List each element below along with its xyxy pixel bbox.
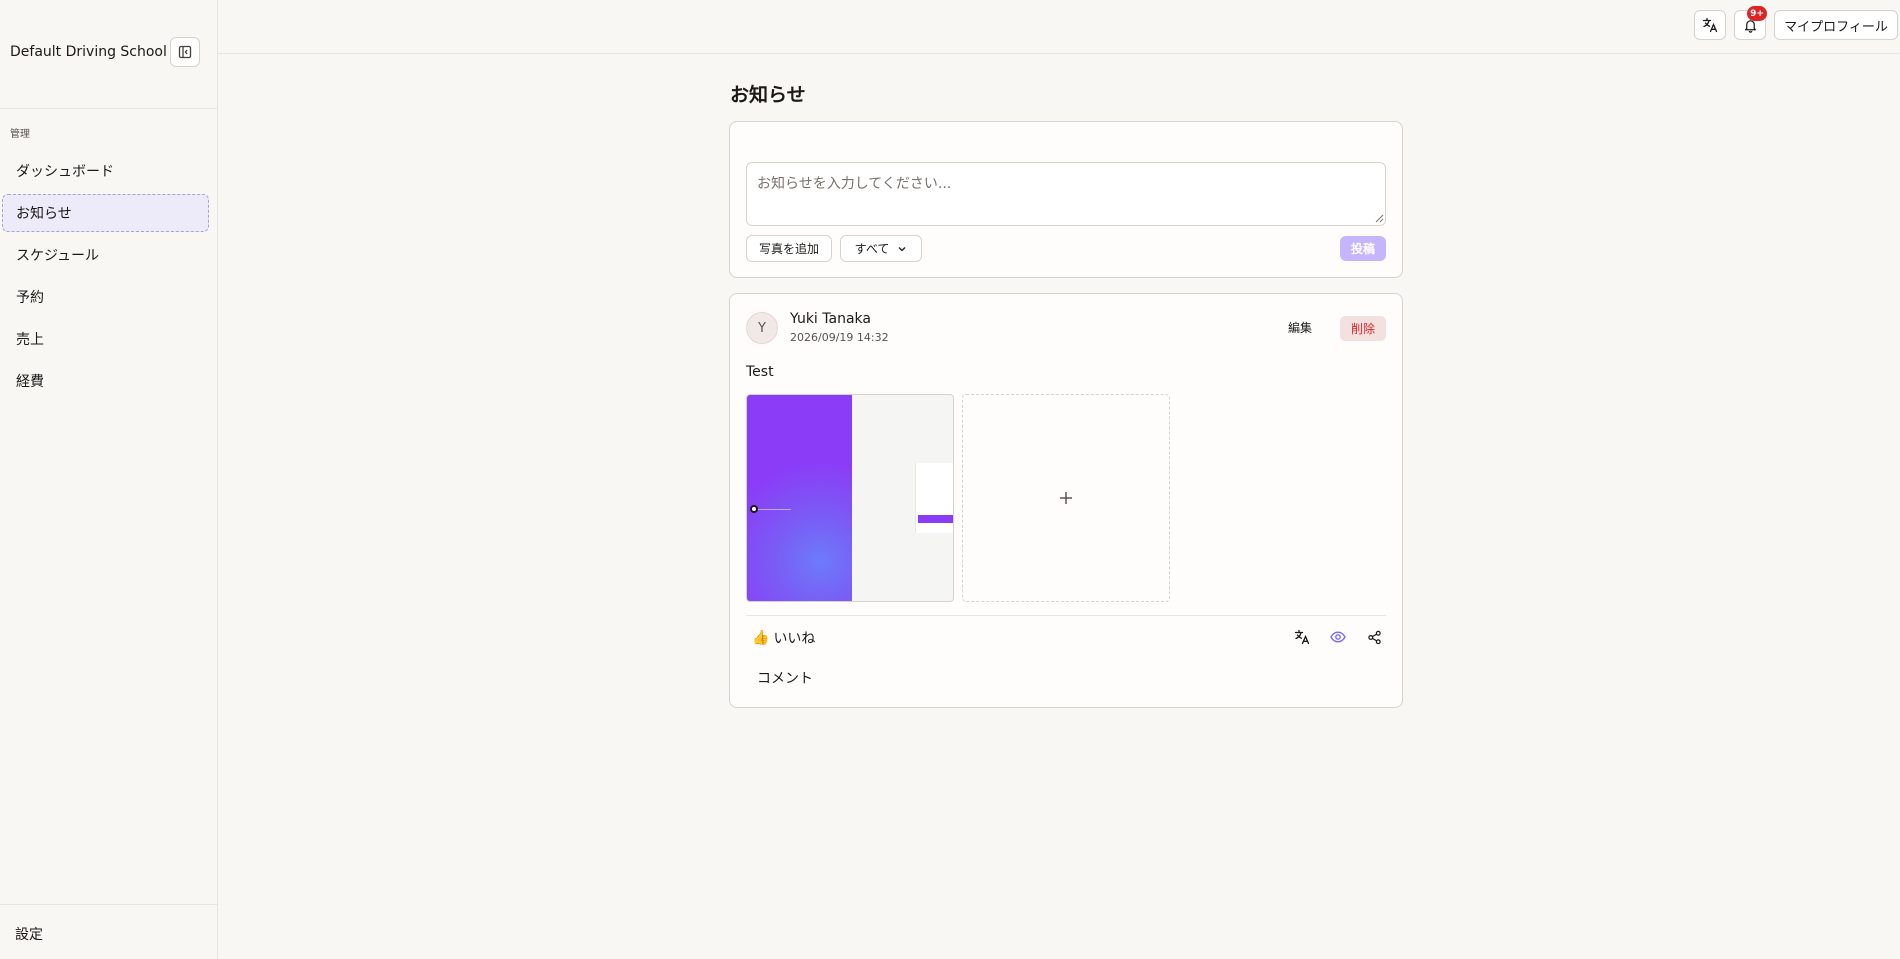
compose-card: 写真を追加 すべて 投稿 (729, 121, 1403, 278)
plus-icon (1060, 492, 1072, 504)
thumbnail-dot (750, 505, 758, 513)
avatar: Y (746, 312, 778, 344)
add-photo-button[interactable]: 写真を追加 (746, 235, 832, 262)
sidebar-item-expenses[interactable]: 経費 (2, 362, 209, 400)
share-icon (1367, 630, 1381, 644)
notification-badge: 9+ (1747, 6, 1767, 21)
sidebar-item-settings[interactable]: 設定 (15, 924, 43, 944)
announcement-post: Y Yuki Tanaka 2026/09/19 14:32 編集 削除 Tes… (729, 293, 1403, 708)
section-label-admin: 管理 (10, 129, 30, 140)
edit-button[interactable]: 編集 (1288, 319, 1312, 336)
language-button[interactable] (1694, 10, 1726, 40)
chevron-down-icon (898, 246, 906, 251)
post-timestamp: 2026/09/19 14:32 (790, 331, 889, 344)
like-label: いいね (773, 631, 816, 647)
sidebar-item-sales[interactable]: 売上 (2, 320, 209, 358)
sidebar-item-dashboard[interactable]: ダッシュボード (2, 152, 209, 190)
page-title: お知らせ (730, 84, 806, 106)
translate-post-button[interactable] (1292, 627, 1312, 647)
post-photo-thumbnail[interactable] (746, 394, 954, 602)
post-author: Yuki Tanaka (790, 311, 871, 327)
brand-name: Default Driving School (10, 44, 167, 60)
my-profile-button[interactable]: マイプロフィール (1774, 10, 1898, 40)
share-button[interactable] (1364, 627, 1384, 647)
sidebar-item-schedule[interactable]: スケジュール (2, 236, 209, 274)
sidebar-item-announcements[interactable]: お知らせ (2, 194, 209, 232)
top-header: 9+ マイプロフィール (218, 0, 1900, 54)
translate-icon (1294, 629, 1310, 645)
post-body: Test (746, 364, 774, 380)
sidebar-collapse-button[interactable] (170, 37, 200, 67)
thumbnail-purple-panel (747, 395, 852, 601)
sidebar-nav: ダッシュボード お知らせ スケジュール 予約 売上 経費 (2, 152, 209, 404)
post-submit-button[interactable]: 投稿 (1340, 236, 1386, 261)
sidebar: Default Driving School 管理 ダッシュボード お知らせ ス… (0, 0, 218, 959)
post-divider (746, 615, 1386, 616)
thumbnail-button-bar (918, 515, 953, 523)
eye-icon (1330, 631, 1346, 643)
view-readers-button[interactable] (1328, 627, 1348, 647)
thumbnail-line (757, 509, 791, 510)
like-button[interactable]: 👍 いいね (752, 628, 815, 648)
audience-select-value: すべて (854, 242, 890, 256)
delete-button[interactable]: 削除 (1340, 316, 1386, 341)
sidebar-item-reservations[interactable]: 予約 (2, 278, 209, 316)
sidebar-bottom-divider (0, 904, 218, 905)
sidebar-divider (0, 108, 218, 109)
resize-grip-icon[interactable] (1375, 214, 1384, 223)
audience-select[interactable]: すべて (840, 235, 922, 262)
panel-left-icon (178, 45, 192, 59)
announcement-input[interactable] (746, 162, 1386, 226)
thumbs-up-icon: 👍 (752, 630, 770, 646)
add-photo-tile[interactable] (962, 394, 1170, 602)
translate-icon (1702, 17, 1718, 33)
comment-button[interactable]: コメント (757, 668, 813, 688)
